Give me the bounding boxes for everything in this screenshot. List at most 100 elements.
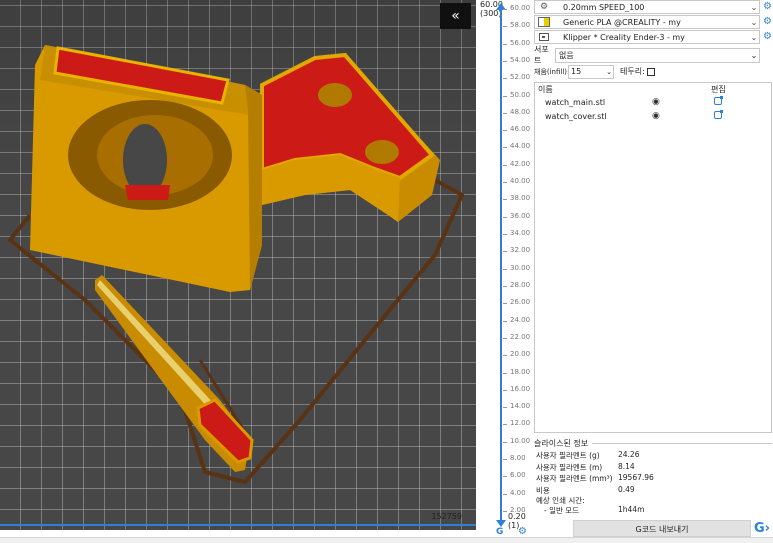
layer-tick-label: 50.00 bbox=[510, 90, 531, 99]
horizontal-slider-value: 152759 bbox=[431, 512, 462, 521]
layer-slider-bottom-handle[interactable] bbox=[496, 520, 506, 527]
info-row: 사용자 필라멘트 (mm³) 19567.96 bbox=[536, 473, 654, 483]
strap-model[interactable] bbox=[95, 275, 254, 472]
sliced-preview-scene[interactable] bbox=[0, 0, 476, 530]
filament-color-swatch[interactable] bbox=[538, 17, 550, 27]
layer-slider-track[interactable] bbox=[500, 4, 502, 524]
layer-tick-mark bbox=[503, 95, 507, 97]
printer-icon bbox=[539, 33, 549, 41]
layer-tick-mark bbox=[503, 26, 507, 28]
gcode-legend-icon[interactable]: G bbox=[496, 527, 503, 537]
object-row[interactable]: watch_main.stl ◉ bbox=[535, 95, 771, 109]
estimated-time-label: 예상 인쇄 시간: bbox=[536, 496, 585, 505]
object-row[interactable]: watch_cover.stl ◉ bbox=[535, 109, 771, 123]
layer-tick-label: 40.00 bbox=[510, 177, 531, 186]
gear-icon[interactable]: ⚙ bbox=[518, 526, 527, 537]
layer-tick-mark bbox=[503, 285, 507, 287]
filament-settings-icon[interactable]: ⚙ bbox=[762, 16, 773, 27]
layer-tick-label: 42.00 bbox=[510, 159, 531, 168]
info-row: 사용자 필라멘트 (g) 24.26 bbox=[536, 450, 640, 460]
chevron-down-icon: ⌄ bbox=[750, 2, 758, 12]
export-gcode-button[interactable]: G코드 내보내기 bbox=[573, 520, 751, 537]
layer-tick-mark bbox=[503, 389, 507, 391]
layer-tick-label: 28.00 bbox=[510, 280, 531, 289]
layer-tick-label: 44.00 bbox=[510, 142, 531, 151]
layer-tick-label: 52.00 bbox=[510, 73, 531, 82]
visibility-eye-icon[interactable]: ◉ bbox=[652, 97, 660, 107]
layer-tick-mark bbox=[503, 130, 507, 132]
layer-tick-label: 20.00 bbox=[510, 350, 531, 359]
layer-tick-label: 36.00 bbox=[510, 211, 531, 220]
layer-tick-mark bbox=[503, 216, 507, 218]
layer-tick-mark bbox=[503, 268, 507, 270]
layer-slider-ticks: 60.00 58.00 56.00 54.00 52.00 50.00 48.00 46.00… bbox=[503, 0, 533, 530]
layer-tick-label: 48.00 bbox=[510, 107, 531, 116]
column-edit-header[interactable]: 편집 bbox=[711, 84, 726, 95]
layer-tick-label: 8.00 bbox=[510, 454, 526, 463]
3d-viewport[interactable]: « 152759 bbox=[0, 0, 476, 530]
support-setting: 서포트 없음 ⌄ bbox=[534, 45, 760, 65]
layer-tick-mark bbox=[503, 459, 507, 461]
layer-tick-label: 16.00 bbox=[510, 384, 531, 393]
layer-tick-label: 4.00 bbox=[510, 488, 526, 497]
layer-tick-label: 12.00 bbox=[510, 419, 531, 428]
filament-profile-select[interactable]: Generic PLA @CREALITY - my ⌄ bbox=[534, 15, 760, 29]
brim-label: 테두리: bbox=[620, 67, 645, 76]
export-to-printer-icon[interactable]: G› bbox=[754, 521, 771, 537]
layer-slider[interactable]: 60.00 (300) 60.00 58.00 56.00 54.00 52.00 50.… bbox=[476, 0, 533, 543]
brim-checkbox[interactable] bbox=[646, 67, 655, 76]
layer-tick-mark bbox=[503, 78, 507, 80]
sliced-info-panel: 슬라이스된 정보 사용자 필라멘트 (g) 24.26 사용자 필라멘트 (m)… bbox=[534, 437, 772, 515]
layer-tick-label: 14.00 bbox=[510, 402, 531, 411]
object-list-header: 이름 편집 bbox=[535, 83, 771, 95]
chevron-down-icon: ⌄ bbox=[606, 67, 612, 76]
layer-tick-mark bbox=[503, 43, 507, 45]
support-select[interactable]: 없음 ⌄ bbox=[555, 47, 760, 63]
layer-tick-label: 60.00 bbox=[510, 4, 531, 12]
layer-tick-mark bbox=[503, 234, 507, 236]
layer-tick-mark bbox=[503, 164, 507, 166]
layer-tick-mark bbox=[503, 372, 507, 374]
layer-tick-label: 38.00 bbox=[510, 194, 531, 203]
status-strip bbox=[0, 537, 773, 543]
layer-tick-label: 24.00 bbox=[510, 315, 531, 324]
print-profile-settings-icon[interactable]: ⚙ bbox=[762, 1, 773, 12]
layer-tick-mark bbox=[503, 407, 507, 409]
info-row: 사용자 필라멘트 (m) 8.14 bbox=[536, 461, 635, 472]
layer-tick-label: 18.00 bbox=[510, 367, 531, 376]
chevron-down-icon: ⌄ bbox=[750, 50, 758, 60]
printer-profile-select[interactable]: Klipper * Creality Ender-3 - my ⌄ bbox=[534, 30, 760, 44]
edit-object-icon[interactable] bbox=[714, 110, 723, 119]
infill-select[interactable]: 15 ⌄ bbox=[568, 64, 614, 79]
layer-tick-label: 56.00 bbox=[510, 38, 531, 47]
layer-tick-mark bbox=[503, 303, 507, 305]
sliced-info-title: 슬라이스된 정보 bbox=[534, 438, 589, 448]
layer-tick-label: 26.00 bbox=[510, 298, 531, 307]
double-chevron-icon: « bbox=[451, 8, 460, 24]
layer-tick-mark bbox=[503, 476, 507, 478]
column-name-header[interactable]: 이름 bbox=[538, 84, 553, 95]
layer-tick-label: 34.00 bbox=[510, 229, 531, 238]
collapse-panel-button[interactable]: « bbox=[440, 3, 471, 29]
print-profile-select[interactable]: ⚙ 0.20mm SPEED_100 ⌄ bbox=[534, 0, 760, 14]
watch-main-model[interactable] bbox=[30, 45, 262, 292]
horizontal-move-slider[interactable] bbox=[0, 524, 476, 530]
layer-tick-mark bbox=[503, 147, 507, 149]
layer-tick-mark bbox=[503, 493, 507, 495]
gear-icon: ⚙ bbox=[539, 2, 549, 12]
layer-tick-mark bbox=[503, 511, 507, 512]
layer-tick-mark bbox=[503, 424, 507, 426]
layer-tick-label: 10.00 bbox=[510, 436, 531, 445]
layer-tick-label: 54.00 bbox=[510, 55, 531, 64]
chevron-down-icon: ⌄ bbox=[750, 17, 758, 27]
printer-settings-icon[interactable]: ⚙ bbox=[762, 31, 773, 42]
edit-object-icon[interactable] bbox=[714, 96, 723, 105]
object-list: 이름 편집 watch_main.stl ◉ watch_cover.stl ◉ bbox=[534, 82, 772, 433]
object-name: watch_main.stl bbox=[545, 98, 606, 107]
watch-cover-model[interactable] bbox=[255, 52, 440, 222]
support-label: 서포트 bbox=[534, 45, 549, 65]
layer-tick-mark bbox=[503, 182, 507, 184]
visibility-eye-icon[interactable]: ◉ bbox=[652, 111, 660, 121]
layer-tick-mark bbox=[503, 355, 507, 357]
infill-setting: 채움(infill): 15 ⌄ 테두리: bbox=[534, 64, 655, 79]
